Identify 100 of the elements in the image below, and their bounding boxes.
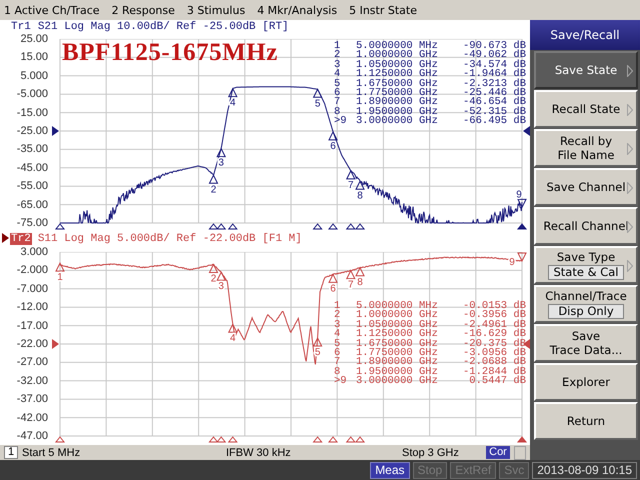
axis-label: -27.00 — [16, 356, 49, 368]
axis-label: -7.000 — [16, 282, 49, 295]
table-cell-text: 4 — [334, 330, 342, 340]
menu-item[interactable]: 1 Active Ch/Trace — [4, 4, 100, 16]
menu-item[interactable]: 3 Stimulus — [186, 4, 246, 16]
menu-item[interactable]: 2 Response — [112, 4, 175, 16]
axis-label: -42.00 — [16, 412, 49, 424]
softkey-button[interactable]: Save Channel — [534, 168, 638, 206]
table-cell-text: 5 — [334, 340, 342, 350]
table-cell-text: 6 — [334, 349, 342, 358]
table-cell-text: 1.0500000 GHz — [356, 320, 439, 330]
trace-id[interactable]: Tr1 — [10, 20, 32, 32]
marker-flag: 8 — [355, 266, 365, 288]
marker-flag: 7 — [346, 170, 356, 191]
table-cell-text: >9 — [334, 377, 348, 387]
table-cell-text: 1 — [334, 42, 342, 52]
marker-flag: 9 — [516, 189, 527, 208]
marker-flag: 4 — [228, 87, 238, 109]
reference-arrow-icon — [52, 339, 59, 349]
axis-label: -35.00 — [16, 143, 49, 156]
table-cell-text: 3 — [334, 320, 342, 330]
trace-settings: S21 Log Mag 10.00dB/ Ref -25.00dB [RT] — [38, 20, 289, 32]
table-cell-text: 4 — [334, 70, 342, 80]
start-frequency: Start 5 MHz — [22, 446, 82, 458]
trace-settings: S11 Log Mag 5.000dB/ Ref -22.00dB [F1 M] — [38, 232, 302, 244]
softkey-button[interactable]: Save State — [534, 51, 638, 89]
table-cell-text: 5.0000000 MHz — [356, 302, 439, 312]
channel-number: 1 — [4, 446, 18, 459]
softkey-button[interactable]: Recall Channel — [534, 207, 638, 245]
marker-flag: 3 — [216, 271, 226, 292]
table-cell-text: 2 — [334, 51, 342, 61]
softkey-button[interactable]: Save Trace Data... — [534, 324, 638, 362]
menu-item[interactable]: 5 Instr State — [349, 4, 417, 16]
axis-label: -2.000 — [16, 264, 49, 276]
marker-flag: 8 — [355, 180, 365, 202]
axis-label: 5.000 — [20, 70, 49, 82]
axis-label: -22.00 — [16, 338, 49, 350]
marker-flag: 6 — [328, 130, 338, 152]
marker-flag: 1 — [55, 262, 65, 284]
marker-flag: 2 — [208, 263, 218, 284]
table-cell-text: >9 — [334, 117, 348, 127]
table-cell-text: 1.1250000 GHz — [356, 70, 439, 80]
stop-frequency: Stop 3 GHz — [402, 446, 460, 458]
axis-label: 25.00 — [20, 33, 49, 45]
table-cell-text: 1.6750000 GHz — [356, 340, 439, 350]
menu-item[interactable]: 4 Mkr/Analysis — [257, 4, 338, 16]
marker-flag: 7 — [346, 270, 356, 291]
marker-flag: 6 — [328, 273, 338, 294]
axis-label: -25.00 — [16, 124, 49, 137]
reference-arrow-icon — [523, 126, 530, 136]
date-time: 2013-08-09 10:15 — [532, 462, 637, 478]
table-cell-text: 1.1250000 GHz — [356, 330, 439, 340]
table-cell-text: 1.9500000 GHz — [356, 368, 439, 378]
table-cell-text: 1.9500000 GHz — [356, 108, 439, 118]
axis-label: -65.00 — [16, 198, 49, 211]
axis-label: -55.00 — [16, 180, 49, 192]
axis-label: 3.000 — [20, 246, 49, 258]
softkey-button[interactable]: Recall by File Name — [534, 129, 638, 167]
plot-title: BPF1125-1675MHz — [62, 40, 278, 66]
if-bandwidth: IFBW 30 kHz — [225, 446, 292, 458]
axis-label: -37.00 — [16, 393, 49, 406]
axis-label: -32.00 — [16, 374, 49, 387]
table-cell-text: 6 — [334, 89, 342, 98]
trace-id[interactable]: Tr2 — [10, 232, 32, 244]
table-cell-text: 1.8900000 GHz — [356, 98, 439, 108]
table-cell-text: -66.495 dB — [462, 117, 526, 127]
reference-arrow-icon — [52, 126, 59, 136]
table-cell-text: 1.6750000 GHz — [356, 80, 439, 90]
table-cell-text: 0.5447 dB — [468, 377, 526, 387]
softkey-button[interactable]: Explorer — [534, 363, 638, 401]
softkey-button[interactable]: Return — [534, 402, 638, 440]
axis-label: -45.00 — [16, 162, 49, 174]
table-cell-text: 8 — [334, 368, 340, 378]
axis-label: -75.00 — [16, 216, 49, 229]
table-cell-text: 3.0000000 GHz — [356, 117, 439, 127]
axis-label: -47.00 — [16, 430, 49, 442]
softkey-button[interactable]: Channel/Trace Disp Only — [534, 285, 638, 323]
table-cell-text: 1.0000000 GHz — [356, 311, 439, 321]
table-cell-text: 1.7750000 GHz — [356, 349, 439, 358]
axis-label: -12.00 — [16, 301, 49, 314]
axis-label: 15.00 — [20, 51, 49, 64]
marker-flag: 5 — [312, 88, 322, 110]
table-cell-text: 1.8900000 GHz — [356, 358, 439, 368]
menu-title: Save/Recall — [530, 20, 640, 50]
table-cell-text: 5 — [334, 80, 342, 90]
table-cell-text: 2 — [334, 311, 342, 321]
axis-label: -15.00 — [16, 106, 49, 119]
table-cell-text: 7 — [334, 358, 342, 368]
table-cell-text: 8 — [334, 108, 340, 118]
marker-flag: 3 — [216, 148, 226, 169]
table-cell-text: 1.0000000 GHz — [356, 51, 439, 61]
correction-indicator: Cor — [486, 446, 510, 459]
marker-flag: 4 — [228, 323, 238, 344]
table-cell-text: 1.0500000 GHz — [356, 60, 439, 70]
softkey-button[interactable]: Recall State — [534, 90, 638, 128]
softkey-button[interactable]: Save Type State & Cal — [534, 246, 638, 284]
table-cell-text: 3.0000000 GHz — [356, 377, 439, 387]
status-indicator: Meas — [370, 462, 410, 478]
axis-label: -5.000 — [16, 88, 49, 100]
marker-flag: 2 — [208, 174, 218, 196]
